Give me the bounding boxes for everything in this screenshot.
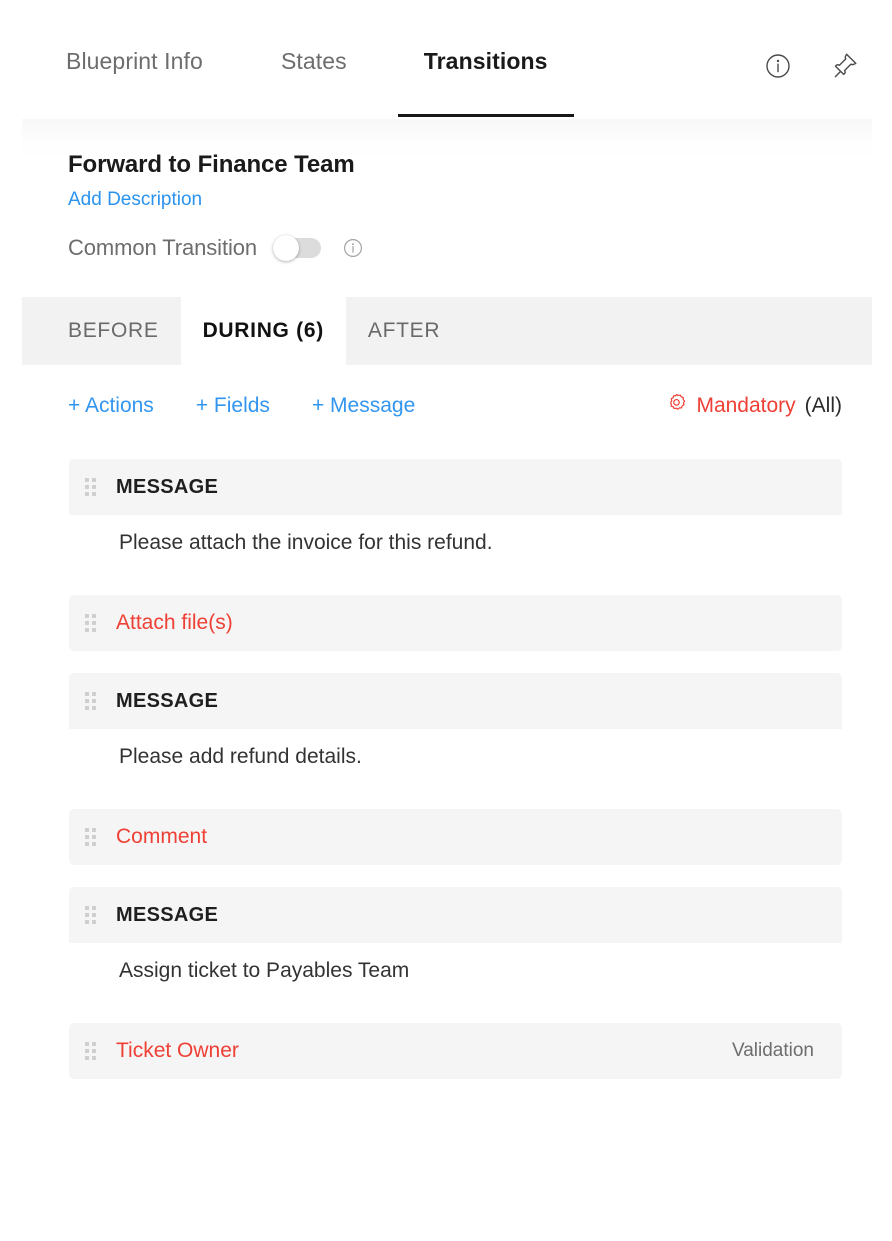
top-tabs: Blueprint Info States Transitions [0, 48, 574, 117]
common-transition-label: Common Transition [68, 235, 258, 260]
tab-states[interactable]: States [281, 48, 347, 75]
tab-before[interactable]: BEFORE [22, 297, 181, 365]
info-circle-icon[interactable] [764, 52, 792, 80]
tab-during-label: DURING (6) [202, 319, 324, 342]
phase-tabs: BEFORE DURING (6) AFTER [22, 297, 872, 365]
add-description-link[interactable]: Add Description [68, 189, 202, 211]
list-item[interactable]: Ticket Owner Validation [69, 1023, 842, 1079]
top-actions [764, 52, 860, 80]
card-type-label: MESSAGE [116, 903, 219, 926]
card-message-text: Please add refund details. [69, 729, 842, 787]
toggle-knob [273, 235, 300, 261]
list-item[interactable]: MESSAGE Assign ticket to Payables Team [69, 887, 842, 1001]
card-message-text: Assign ticket to Payables Team [69, 943, 842, 1001]
tab-after[interactable]: AFTER [346, 297, 462, 365]
mandatory-scope: (All) [804, 394, 842, 417]
pin-icon[interactable] [832, 52, 860, 80]
panel-content: Forward to Finance Team Add Description … [22, 151, 872, 1079]
drag-handle-icon[interactable] [85, 828, 96, 846]
add-message-link[interactable]: + Message [312, 394, 415, 418]
drag-handle-icon[interactable] [85, 906, 96, 924]
field-meta: Validation [731, 1040, 814, 1061]
list-item[interactable]: MESSAGE Please attach the invoice for th… [69, 459, 842, 573]
field-label[interactable]: Comment [116, 825, 207, 849]
drag-handle-icon[interactable] [85, 1042, 96, 1060]
drag-handle-icon[interactable] [85, 692, 96, 710]
card-header[interactable]: MESSAGE [69, 887, 842, 943]
common-transition-info-icon[interactable] [343, 238, 363, 258]
tab-before-label: BEFORE [68, 319, 159, 342]
tab-states-label: States [280, 48, 347, 74]
field-label[interactable]: Attach file(s) [116, 611, 233, 635]
toolbar: + Actions + Fields + Message Mandatory (… [22, 393, 872, 419]
card-message-text: Please attach the invoice for this refun… [69, 515, 842, 573]
common-transition-row: Common Transition [68, 235, 872, 261]
mandatory-button[interactable]: Mandatory (All) [666, 393, 842, 419]
top-tab-bar: Blueprint Info States Transitions [0, 0, 892, 119]
list-item[interactable]: MESSAGE Please add refund details. [69, 673, 842, 787]
tab-after-label: AFTER [367, 319, 441, 342]
mandatory-label: Mandatory [696, 394, 796, 417]
transition-detail-panel: Forward to Finance Team Add Description … [22, 119, 872, 1241]
add-actions-link[interactable]: + Actions [68, 394, 154, 418]
card-type-label: MESSAGE [116, 689, 219, 712]
list-item[interactable]: Comment [69, 809, 842, 865]
drag-handle-icon[interactable] [85, 478, 96, 496]
field-label[interactable]: Ticket Owner [116, 1039, 239, 1063]
during-items-list: MESSAGE Please attach the invoice for th… [22, 459, 872, 1079]
card-type-label: MESSAGE [116, 475, 219, 498]
drag-handle-icon[interactable] [85, 614, 96, 632]
page-title: Forward to Finance Team [68, 151, 355, 178]
list-item[interactable]: Attach file(s) [69, 595, 842, 651]
tab-during[interactable]: DURING (6) [180, 297, 346, 365]
tab-blueprint-info[interactable]: Blueprint Info [66, 48, 203, 75]
gear-icon [666, 393, 687, 419]
common-transition-toggle[interactable] [273, 235, 322, 261]
add-fields-link[interactable]: + Fields [196, 394, 270, 418]
card-header[interactable]: MESSAGE [69, 459, 842, 515]
tab-transitions[interactable]: Transitions [397, 48, 574, 117]
card-header[interactable]: MESSAGE [69, 673, 842, 729]
tab-blueprint-info-label: Blueprint Info [66, 48, 203, 74]
tab-transitions-label: Transitions [423, 48, 548, 74]
